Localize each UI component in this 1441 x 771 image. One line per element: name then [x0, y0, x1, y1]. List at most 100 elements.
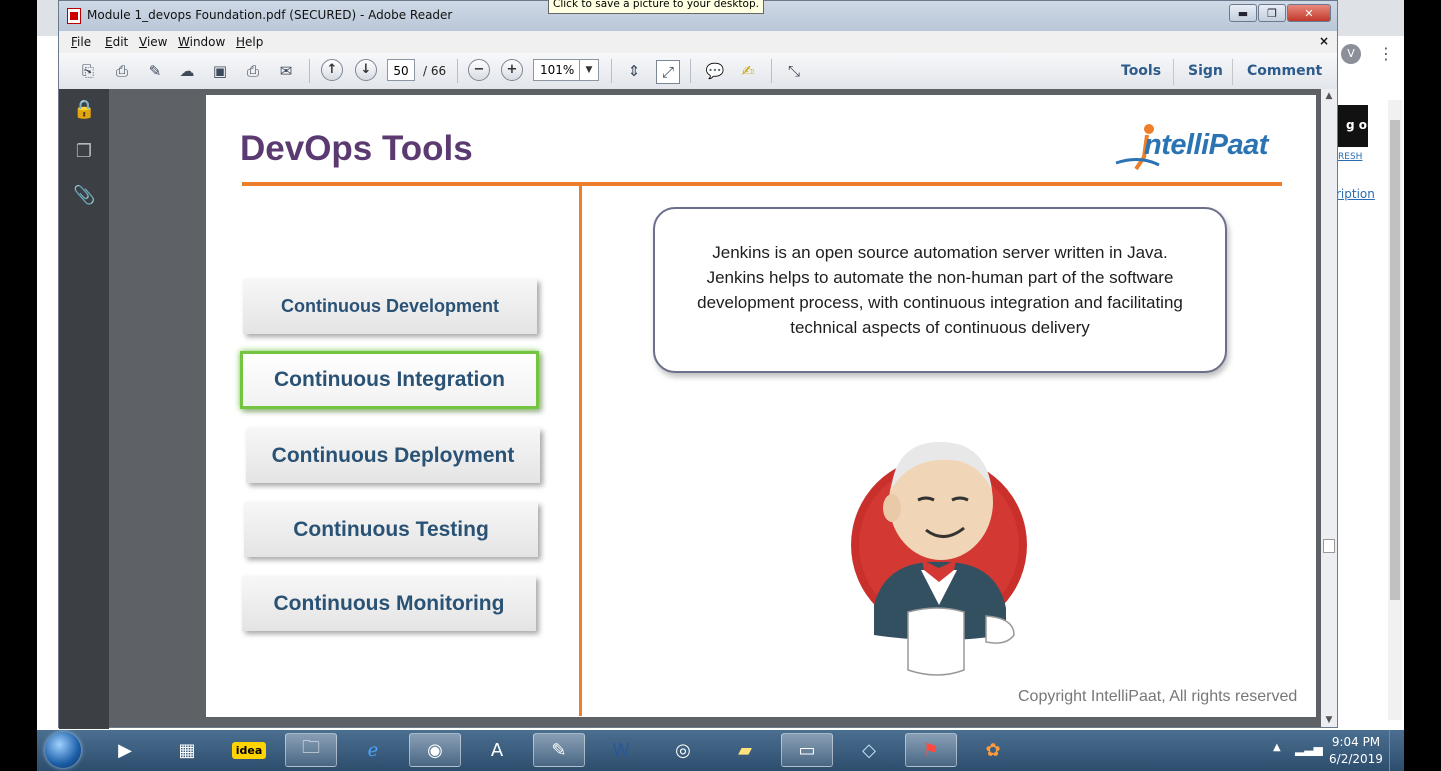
page-total: / 66: [423, 64, 447, 78]
menu-view-accel: V: [139, 35, 147, 49]
notepad-icon[interactable]: ✎: [533, 733, 585, 767]
app-flower-icon[interactable]: ✿: [967, 733, 1019, 767]
browser-menu-icon[interactable]: ⋮: [1378, 44, 1394, 63]
profile-avatar[interactable]: V: [1341, 44, 1361, 64]
toolbar-separator: [457, 59, 458, 83]
next-page-button[interactable]: ↓: [355, 59, 377, 81]
scroll-up-arrow-icon[interactable]: ▲: [1321, 91, 1337, 101]
minimize-button[interactable]: ▬: [1229, 4, 1257, 22]
menu-view[interactable]: View: [139, 35, 167, 49]
internet-explorer-icon[interactable]: ℯ: [347, 733, 399, 767]
header-divider: [242, 182, 1282, 186]
print-icon[interactable]: ⎙: [242, 60, 264, 82]
close-document-button[interactable]: ×: [1319, 34, 1329, 48]
copyright-notice: Copyright IntelliPaat, All rights reserv…: [1018, 688, 1298, 705]
attachments-icon[interactable]: 📎: [73, 185, 95, 207]
logout-link[interactable]: g out: [1346, 118, 1381, 132]
scroll-down-arrow-icon[interactable]: ▼: [1321, 715, 1337, 725]
highlight-text-icon[interactable]: ✍: [737, 60, 759, 82]
idea-app-icon[interactable]: idea: [223, 733, 275, 767]
cloud-upload-icon[interactable]: ☁: [176, 60, 198, 82]
clock-date[interactable]: 6/2/2019: [1329, 752, 1383, 766]
word-icon[interactable]: W: [595, 733, 647, 767]
stage-continuous-deployment: Continuous Deployment: [246, 428, 540, 483]
lock-icon[interactable]: 🔒: [73, 99, 95, 121]
zoom-out-button[interactable]: −: [468, 59, 490, 81]
menu-bar: File Edit View Window Help ×: [59, 31, 1337, 53]
start-button[interactable]: [45, 732, 81, 768]
fit-page-icon[interactable]: ⇕: [623, 60, 645, 82]
screenshot-tooltip: Click to save a picture to your desktop.: [548, 0, 764, 14]
menu-file[interactable]: File: [71, 35, 91, 49]
refresh-link[interactable]: RESH: [1338, 152, 1362, 162]
show-hidden-icons-icon[interactable]: ▲: [1273, 742, 1281, 753]
vertical-scrollbar[interactable]: ▲ ▼: [1321, 89, 1337, 727]
description-link[interactable]: ription: [1336, 187, 1375, 201]
sign-pane-button[interactable]: Sign: [1188, 63, 1223, 79]
toolbar: ⎘ ⎙ ✎ ☁ ▣ ⎙ ✉ ↑ ↓ 50 / 66 − + 101% ▼ ⇕ ⤢ …: [59, 53, 1337, 90]
save-icon[interactable]: ▣: [209, 60, 231, 82]
expand-icon[interactable]: ⤡: [783, 60, 805, 82]
navigation-pane: 🔒 ❐ 📎: [59, 89, 109, 729]
fit-width-icon[interactable]: ⤢: [656, 60, 680, 84]
zoom-in-button[interactable]: +: [501, 59, 523, 81]
show-desktop-button[interactable]: [1389, 730, 1405, 771]
sticky-notes-icon[interactable]: ▰: [719, 733, 771, 767]
toolbar-separator: [611, 59, 612, 83]
description-box: Jenkins is an open source automation ser…: [653, 207, 1227, 373]
snipping-tool-icon[interactable]: ◇: [843, 733, 895, 767]
chrome-icon[interactable]: ◉: [409, 733, 461, 767]
stage-continuous-monitoring: Continuous Monitoring: [242, 576, 536, 631]
logo-text: ntelliPaat: [1144, 129, 1268, 161]
file-explorer-icon[interactable]: 🗀: [285, 733, 337, 767]
email-icon[interactable]: ✉: [275, 60, 297, 82]
menu-edit[interactable]: Edit: [105, 35, 128, 49]
sticky-note-icon[interactable]: 💬: [704, 60, 726, 82]
background-scrollbar-thumb[interactable]: [1390, 120, 1400, 600]
zoom-select[interactable]: 101% ▼: [533, 59, 599, 81]
toolbar-separator: [690, 59, 691, 83]
menu-window[interactable]: Window: [178, 35, 225, 49]
window-title: Module 1_devops Foundation.pdf (SECURED)…: [87, 8, 453, 22]
page-number-input[interactable]: 50: [387, 59, 415, 81]
network-signal-icon[interactable]: ▂▃▅: [1295, 742, 1323, 756]
edit-pdf-icon[interactable]: ✎: [144, 60, 166, 82]
clock-time[interactable]: 9:04 PM: [1331, 735, 1381, 749]
pdf-file-icon: [67, 8, 81, 24]
adobe-reader-icon[interactable]: ⚑: [905, 733, 957, 767]
zoom-value: 101%: [540, 63, 575, 77]
toolbar-separator: [1232, 59, 1233, 85]
document-viewport[interactable]: DevOps Tools ntelliPaat Continuous Devel…: [109, 89, 1321, 727]
media-player-icon[interactable]: ▶: [99, 733, 151, 767]
zoom-icon[interactable]: ◎: [657, 733, 709, 767]
stage-continuous-integration: Continuous Integration: [240, 351, 539, 409]
menu-file-label: ile: [77, 35, 92, 49]
comment-pane-button[interactable]: Comment: [1247, 63, 1322, 79]
chevron-down-icon[interactable]: ▼: [579, 60, 598, 80]
column-divider: [579, 186, 582, 716]
scrollbar-thumb[interactable]: [1323, 539, 1335, 553]
menu-view-label: iew: [146, 35, 168, 49]
paint-icon[interactable]: A: [471, 733, 523, 767]
maximize-button[interactable]: ❐: [1258, 4, 1286, 22]
calculator-icon[interactable]: ▦: [161, 733, 213, 767]
stage-continuous-development: Continuous Development: [243, 279, 537, 334]
windows-taskbar: ▶ ▦ idea 🗀 ℯ ◉ A ✎ W ◎ ▰ ▭ ◇ ⚑ ✿ ▲ ▂▃▅ 9…: [37, 730, 1404, 771]
close-button[interactable]: ✕: [1287, 4, 1331, 22]
pages-icon[interactable]: ❐: [73, 141, 95, 163]
menu-window-accel: W: [178, 35, 190, 49]
jenkins-description: Jenkins is an open source automation ser…: [697, 243, 1183, 337]
toolbar-separator: [1173, 59, 1174, 85]
tools-pane-button[interactable]: Tools: [1121, 63, 1161, 79]
menu-edit-label: dit: [112, 35, 129, 49]
slide-title: DevOps Tools: [240, 129, 473, 168]
menu-help-accel: H: [236, 35, 246, 49]
jenkins-mascot-image: [851, 441, 1027, 676]
export-pdf-icon[interactable]: ⎙: [111, 60, 133, 82]
menu-help[interactable]: Help: [236, 35, 263, 49]
toolbar-separator: [771, 59, 772, 83]
create-pdf-icon[interactable]: ⎘: [77, 60, 99, 82]
remote-desktop-icon[interactable]: ▭: [781, 733, 833, 767]
previous-page-button[interactable]: ↑: [321, 59, 343, 81]
menu-window-label: indow: [189, 35, 226, 49]
